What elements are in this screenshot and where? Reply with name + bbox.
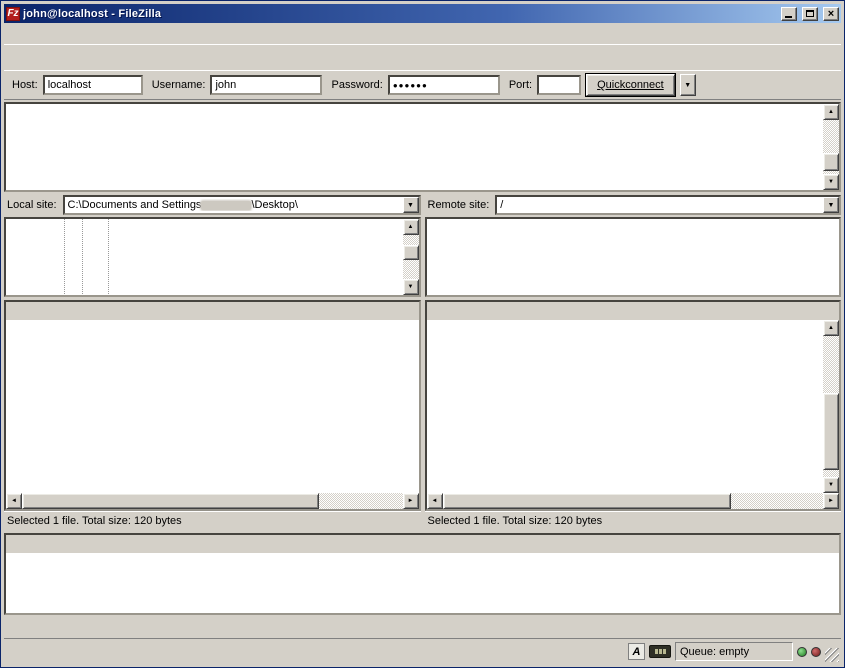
local-site-combobox[interactable]: C:\Documents and Settings\Desktop\ ▼ [63,195,421,215]
maximize-button[interactable] [802,7,818,21]
titlebar: Fz john@localhost - FileZilla × [4,4,841,23]
scroll-left-icon[interactable]: ◄ [6,493,22,509]
queue-header [6,535,839,553]
scroll-up-icon[interactable]: ▲ [403,219,419,235]
main-split: Local site: C:\Documents and Settings\De… [4,195,841,530]
scrollbar-track[interactable] [823,120,839,153]
scrollbar-thumb[interactable] [403,245,419,260]
scroll-down-icon[interactable]: ▼ [403,279,419,295]
message-log-lines [6,104,823,190]
resize-grip[interactable] [825,648,839,662]
remote-tree [427,219,840,295]
message-log-scrollbar[interactable]: ▲ ▼ [823,104,839,190]
local-selection-status: Selected 1 file. Total size: 120 bytes [4,511,421,530]
remote-panel: Remote site: / ▼ ▲ [425,195,842,530]
port-label: Port: [509,79,532,91]
remote-site-label: Remote site: [425,199,493,211]
filezilla-logo-icon: Fz [6,7,20,21]
menu-bar [4,23,841,44]
redacted-username [201,201,251,210]
remote-list-body [427,320,824,493]
scrollbar-track[interactable] [403,235,419,245]
close-icon: × [828,9,834,19]
tree-guide-line [82,219,83,295]
transfer-queue [4,533,841,615]
queue-body [6,553,839,613]
encryption-indicator-icon [649,645,671,658]
minimize-button[interactable] [781,7,797,21]
data-type-indicator-icon: A [628,643,645,660]
local-panel: Local site: C:\Documents and Settings\De… [4,195,421,530]
local-list-body [6,320,419,493]
remote-list-hscrollbar[interactable]: ◄ ► [427,493,840,509]
queue-status: Queue: empty [675,642,793,661]
host-input[interactable] [43,75,143,95]
scrollbar-track[interactable] [319,493,403,509]
toolbar [4,44,841,70]
window-title: john@localhost - FileZilla [23,8,776,20]
quickconnect-bar: Host: Username: Password: Port: Quickcon… [4,70,841,100]
local-tree [6,219,403,295]
activity-led-green-icon [797,647,807,657]
scrollbar-thumb[interactable] [443,493,732,509]
local-tree-scrollbar[interactable]: ▲ ▼ [403,219,419,295]
remote-path: / [497,199,823,211]
port-input[interactable] [537,75,581,95]
scroll-left-icon[interactable]: ◄ [427,493,443,509]
tree-guide-line [64,219,65,295]
queue-tabs [4,615,841,639]
scroll-up-icon[interactable]: ▲ [823,320,839,336]
scrollbar-thumb[interactable] [823,393,839,470]
message-log: ▲ ▼ [4,102,841,192]
scrollbar-track[interactable] [823,470,839,477]
scrollbar-track[interactable] [823,336,839,393]
maximize-icon [806,10,814,17]
remote-list-scrollbar[interactable]: ▲ ▼ [823,320,839,493]
local-list-header [6,302,419,320]
remote-site-combobox[interactable]: / ▼ [495,195,841,215]
remote-directory-tree [425,217,842,297]
quickconnect-dropdown-button[interactable]: ▼ [680,74,696,96]
scrollbar-track[interactable] [731,493,823,509]
minimize-icon [785,16,792,18]
quickconnect-button[interactable]: Quickconnect [586,74,675,96]
scroll-up-icon[interactable]: ▲ [823,104,839,120]
remote-site-bar: Remote site: / ▼ [425,195,842,217]
username-input[interactable] [210,75,322,95]
local-site-label: Local site: [4,199,60,211]
local-site-bar: Local site: C:\Documents and Settings\De… [4,195,421,217]
username-label: Username: [152,79,206,91]
activity-led-red-icon [811,647,821,657]
scroll-down-icon[interactable]: ▼ [823,477,839,493]
tree-guide-line [108,219,109,295]
status-bar: A Queue: empty [4,639,841,664]
password-input[interactable] [388,75,500,95]
local-directory-tree: ▲ ▼ [4,217,421,297]
scrollbar-thumb[interactable] [823,153,839,171]
remote-selection-status: Selected 1 file. Total size: 120 bytes [425,511,842,530]
scroll-right-icon[interactable]: ► [823,493,839,509]
chevron-down-icon[interactable]: ▼ [823,197,839,213]
filezilla-window: Fz john@localhost - FileZilla × Host: Us… [0,0,845,668]
local-list-hscrollbar[interactable]: ◄ ► [6,493,419,509]
host-label: Host: [12,79,38,91]
scrollbar-track[interactable] [403,260,419,279]
local-path: C:\Documents and Settings\Desktop\ [65,199,403,211]
scroll-right-icon[interactable]: ► [403,493,419,509]
remote-list-header [427,302,840,320]
scroll-down-icon[interactable]: ▼ [823,174,839,190]
chevron-down-icon[interactable]: ▼ [403,197,419,213]
local-file-list: ◄ ► [4,300,421,511]
close-button[interactable]: × [823,7,839,21]
remote-file-list: ▲ ▼ ◄ ► [425,300,842,511]
scrollbar-thumb[interactable] [22,493,319,509]
password-label: Password: [331,79,382,91]
